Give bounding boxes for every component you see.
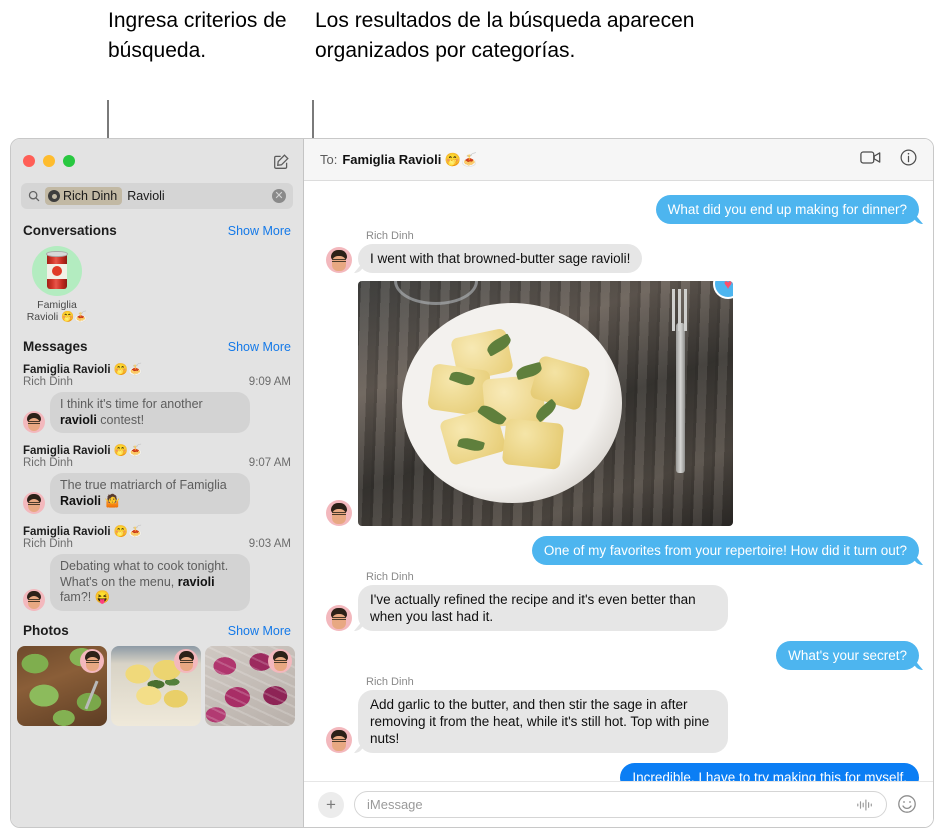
message-result-row[interactable]: Famiglia Ravioli 🤭🍝 Rich Dinh 9:03 AM De…: [11, 520, 303, 617]
avatar: [23, 492, 45, 514]
message-result-row[interactable]: Famiglia Ravioli 🤭🍝 Rich Dinh 9:09 AM I …: [11, 358, 303, 439]
photo-results: [11, 642, 303, 726]
avatar: [80, 648, 104, 673]
ravioli-with-sage-photo[interactable]: ♥: [358, 281, 733, 526]
search-results: Conversations Show More Famiglia Ravioli…: [11, 217, 303, 827]
message-thread: What did you end up making for dinner? R…: [304, 181, 933, 781]
clear-icon[interactable]: ✕: [272, 189, 286, 203]
emoji-icon[interactable]: [897, 794, 919, 816]
show-more-conversations[interactable]: Show More: [228, 224, 291, 238]
sender-name: Rich Dinh: [366, 571, 414, 583]
conversation-pane: To: Famiglia Ravioli 🤭🍝 What did you end…: [304, 139, 933, 827]
message-input-bar: + iMessage: [304, 781, 933, 827]
show-more-messages[interactable]: Show More: [228, 340, 291, 354]
message-row-outgoing: Incredible. I have to try making this fo…: [318, 763, 919, 781]
imessage-placeholder: iMessage: [367, 797, 423, 812]
section-title: Photos: [23, 622, 69, 638]
header-actions: [860, 149, 917, 171]
result-sender: Rich Dinh: [23, 376, 73, 388]
message-bubble[interactable]: What did you end up making for dinner?: [655, 195, 919, 224]
messages-window: Rich Dinh Ravioli ✕ Conversations Show M…: [10, 138, 934, 828]
sender-name: Rich Dinh: [366, 230, 414, 242]
section-header-photos: Photos Show More: [11, 617, 303, 642]
minimize-button[interactable]: [43, 155, 55, 167]
message-row-outgoing: What did you end up making for dinner?: [318, 195, 919, 224]
tomato-can-avatar: [32, 246, 82, 296]
annotation-search-criteria: Ingresa criterios de búsqueda.: [108, 9, 287, 62]
section-title: Messages: [23, 339, 88, 354]
imessage-input[interactable]: iMessage: [354, 791, 887, 818]
conversation-name: Famiglia Ravioli 🤭🍝: [26, 299, 88, 323]
message-bubble[interactable]: I've actually refined the recipe and it'…: [358, 585, 728, 631]
result-chat-name: Famiglia Ravioli 🤭🍝: [23, 364, 143, 376]
message-row-outgoing: One of my favorites from your repertoire…: [318, 536, 919, 565]
message-bubble[interactable]: One of my favorites from your repertoire…: [531, 536, 919, 565]
zoom-button[interactable]: [63, 155, 75, 167]
search-input[interactable]: Ravioli: [127, 189, 165, 203]
annotation-results-categories: Los resultados de la búsqueda aparecen o…: [315, 9, 695, 62]
message-bubble[interactable]: Incredible. I have to try making this fo…: [620, 763, 919, 781]
sidebar: Rich Dinh Ravioli ✕ Conversations Show M…: [11, 139, 304, 827]
avatar: [326, 727, 352, 753]
message-bubble[interactable]: I went with that browned-butter sage rav…: [358, 244, 643, 273]
message-bubble[interactable]: What's your secret?: [776, 641, 919, 670]
message-group-incoming: Rich Dinh I went with that browned-butte…: [318, 230, 919, 273]
result-sender: Rich Dinh: [23, 457, 73, 469]
plus-icon[interactable]: +: [318, 791, 344, 818]
avatar: [23, 411, 45, 433]
search-bar: Rich Dinh Ravioli ✕: [11, 183, 303, 217]
avatar: [23, 588, 45, 611]
result-sender: Rich Dinh: [23, 538, 73, 550]
avatar: [326, 605, 352, 631]
avatar: [326, 247, 352, 273]
result-snippet: The true matriarch of Famiglia Ravioli 🤷: [50, 473, 250, 514]
message-row-photo: ♥: [318, 281, 919, 526]
result-snippet: Debating what to cook tonight. What's on…: [50, 554, 250, 611]
conversation-results: Famiglia Ravioli 🤭🍝: [11, 242, 303, 333]
message-result-row[interactable]: Famiglia Ravioli 🤭🍝 Rich Dinh 9:07 AM Th…: [11, 439, 303, 520]
message-group-incoming: Rich Dinh Add garlic to the butter, and …: [318, 676, 919, 753]
window-controls: [23, 155, 75, 167]
section-header-messages: Messages Show More: [11, 333, 303, 358]
result-time: 9:03 AM: [248, 538, 291, 550]
recipient-name[interactable]: Famiglia Ravioli 🤭🍝: [342, 152, 477, 168]
beet-ravioli-photo[interactable]: [205, 645, 295, 726]
facetime-video-icon[interactable]: [860, 150, 882, 170]
avatar: [174, 648, 198, 673]
result-snippet: I think it's time for another ravioli co…: [50, 392, 250, 433]
spinach-ravioli-photo[interactable]: [17, 645, 107, 726]
info-icon[interactable]: [900, 149, 917, 171]
sender-name: Rich Dinh: [366, 676, 414, 688]
compose-icon[interactable]: [271, 151, 291, 171]
sage-butter-ravioli-photo[interactable]: [111, 645, 201, 726]
close-button[interactable]: [23, 155, 35, 167]
message-group-incoming: Rich Dinh I've actually refined the reci…: [318, 571, 919, 631]
search-field[interactable]: Rich Dinh Ravioli ✕: [21, 183, 293, 209]
result-chat-name: Famiglia Ravioli 🤭🍝: [23, 526, 143, 538]
section-header-conversations: Conversations Show More: [11, 217, 303, 242]
conversation-result-item[interactable]: Famiglia Ravioli 🤭🍝: [25, 246, 89, 323]
search-token-label: Rich Dinh: [63, 189, 118, 203]
to-label: To:: [320, 152, 338, 167]
result-chat-name: Famiglia Ravioli 🤭🍝: [23, 445, 143, 457]
search-token-rich-dinh[interactable]: Rich Dinh: [45, 187, 123, 205]
message-bubble[interactable]: Add garlic to the butter, and then stir …: [358, 690, 728, 753]
audio-waveform-icon[interactable]: [856, 798, 874, 812]
avatar: [326, 500, 352, 526]
result-time: 9:07 AM: [248, 457, 291, 469]
search-icon: [28, 190, 40, 202]
conversation-header: To: Famiglia Ravioli 🤭🍝: [304, 139, 933, 181]
avatar: [268, 648, 292, 673]
result-time: 9:09 AM: [248, 376, 291, 388]
person-icon: [48, 190, 60, 202]
section-title: Conversations: [23, 223, 117, 238]
show-more-photos[interactable]: Show More: [228, 624, 291, 638]
message-row-outgoing: What's your secret?: [318, 641, 919, 670]
sidebar-titlebar: [11, 139, 303, 183]
